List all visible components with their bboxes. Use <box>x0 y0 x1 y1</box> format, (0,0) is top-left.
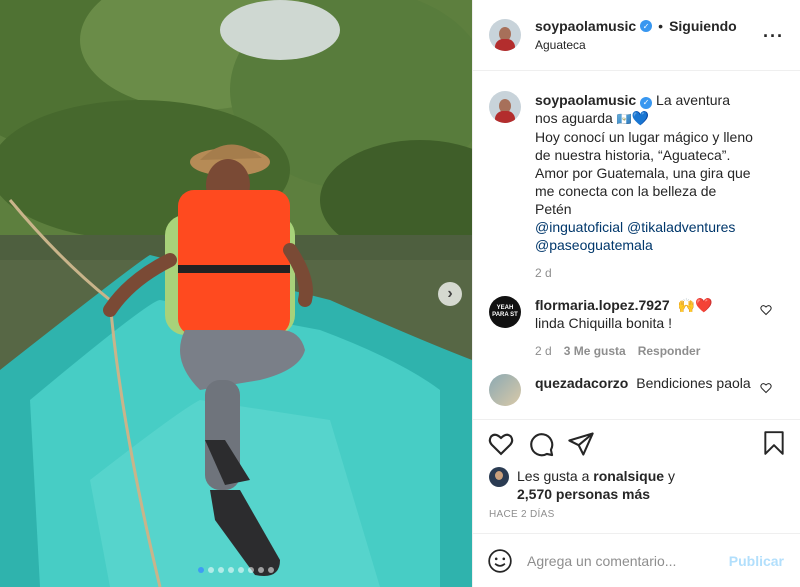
like-comment-heart-icon[interactable] <box>760 382 772 394</box>
following-button[interactable]: Siguiendo <box>669 18 737 34</box>
save-bookmark-icon[interactable] <box>762 430 786 456</box>
comment-item: quezadacorzo Bendiciones paola <box>489 374 784 406</box>
verified-badge-icon: ✓ <box>640 20 653 32</box>
commenter-username[interactable]: flormaria.lopez.7927 <box>535 297 670 313</box>
comment-emoji: 🙌❤️ <box>677 297 713 313</box>
guatemala-flag-icon: 🇬🇹 <box>616 112 632 126</box>
liker-username[interactable]: ronalsique <box>593 468 664 484</box>
likes-summary: Les gusta a ronalsique y 2,570 personas … <box>473 459 800 503</box>
carousel-dot <box>208 567 214 573</box>
caption-username[interactable]: soypaolamusic <box>535 92 636 108</box>
separator-dot: • <box>658 18 664 34</box>
post-details-panel: soypaolamusic ✓ • Siguiendo Aguateca ···… <box>472 0 800 587</box>
add-comment-bar: Publicar <box>473 533 800 587</box>
carousel-dot <box>218 567 224 573</box>
comment-text: Bendiciones paola <box>636 375 751 391</box>
share-paper-plane-icon[interactable] <box>567 430 595 458</box>
caption-age: 2 d <box>535 266 552 280</box>
commenter-avatar[interactable] <box>489 374 521 406</box>
author-meta: soypaolamusic ✓ • Siguiendo Aguateca <box>535 18 737 52</box>
post-actions <box>473 419 800 459</box>
carousel-dot <box>268 567 274 573</box>
likes-count-link[interactable]: 2,570 personas más <box>517 486 650 502</box>
comment-age: 2 d <box>535 344 552 358</box>
likes-conj: y <box>667 468 675 484</box>
carousel-dot <box>238 567 244 573</box>
mention-link[interactable]: @tikaladventures <box>627 219 735 235</box>
comment-likes-link[interactable]: 3 Me gusta <box>564 342 626 360</box>
blue-heart-icon: 💙 <box>631 110 650 126</box>
post-dialog: › soypaolamusic ✓ • Siguiendo Aguateca ·… <box>0 0 800 587</box>
author-avatar[interactable] <box>489 19 521 51</box>
comment-text: linda Chiquilla bonita ! <box>535 315 672 331</box>
post-timestamp[interactable]: HACE 2 DÍAS <box>473 503 800 533</box>
commenter-avatar[interactable]: YEAH PARA ST <box>489 296 521 328</box>
mention-link[interactable]: @paseoguatemala <box>535 237 653 253</box>
comment-input[interactable] <box>527 552 729 569</box>
likes-prefix: Les gusta a <box>517 468 590 484</box>
carousel-next-icon[interactable]: › <box>438 282 462 306</box>
carousel-dot <box>248 567 254 573</box>
carousel-indicator <box>0 567 472 573</box>
verified-badge-icon: ✓ <box>640 97 653 109</box>
comment-bubble-icon[interactable] <box>527 430 555 458</box>
like-comment-heart-icon[interactable] <box>760 304 772 316</box>
carousel-dot <box>258 567 264 573</box>
caption: soypaolamusic ✓ La aventura nos aguarda 🇬… <box>489 91 784 282</box>
reply-button[interactable]: Responder <box>638 342 701 360</box>
comments-section: soypaolamusic ✓ La aventura nos aguarda 🇬… <box>473 71 800 419</box>
caption-avatar[interactable] <box>489 91 521 123</box>
more-options-icon[interactable]: ··· <box>763 26 784 47</box>
liker-avatar[interactable] <box>489 467 509 487</box>
mention-link[interactable]: @inguatoficial <box>535 219 623 235</box>
emoji-smiley-icon[interactable] <box>487 548 513 574</box>
post-header: soypaolamusic ✓ • Siguiendo Aguateca ··· <box>473 0 800 71</box>
like-heart-icon[interactable] <box>487 430 515 458</box>
carousel-dot <box>198 567 204 573</box>
post-photo[interactable]: › <box>0 0 472 587</box>
comment-item: YEAH PARA ST flormaria.lopez.7927 🙌❤️ li… <box>489 296 784 360</box>
post-location[interactable]: Aguateca <box>535 38 737 52</box>
carousel-dot <box>228 567 234 573</box>
avatar-text: YEAH PARA ST <box>492 305 518 318</box>
author-username[interactable]: soypaolamusic <box>535 18 636 34</box>
publish-button[interactable]: Publicar <box>729 553 784 569</box>
caption-text-body: Hoy conocí un lugar mágico y lleno de nu… <box>535 129 753 217</box>
photo-illustration <box>0 0 472 587</box>
commenter-username[interactable]: quezadacorzo <box>535 375 628 391</box>
